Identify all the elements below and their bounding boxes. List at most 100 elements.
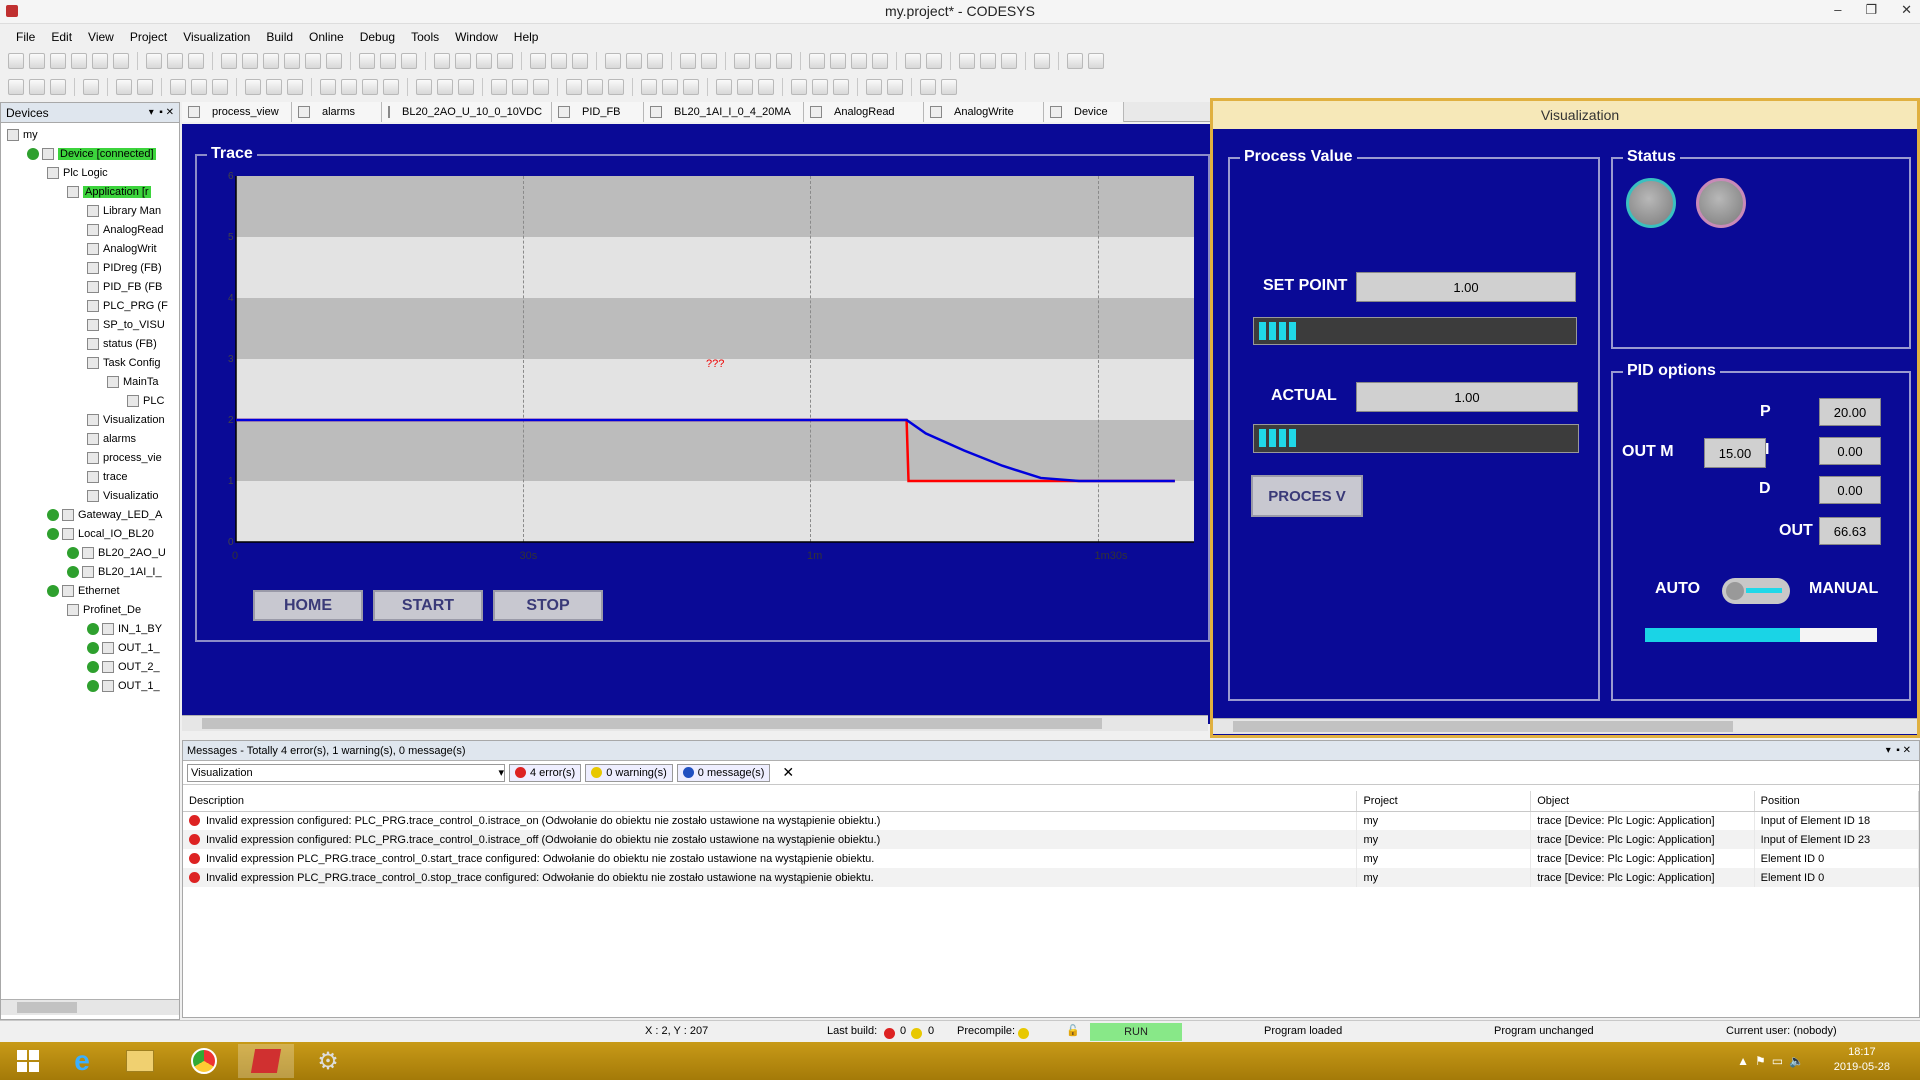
tb2-tool-icon-18[interactable] bbox=[458, 79, 474, 95]
lock-icon[interactable]: 🔓 bbox=[1066, 1024, 1080, 1037]
device-tree-node[interactable]: my bbox=[1, 125, 179, 144]
messages-filter-button[interactable]: 0 message(s) bbox=[676, 763, 771, 782]
menu-debug[interactable]: Debug bbox=[352, 30, 403, 44]
tb2-tool-icon-30[interactable] bbox=[758, 79, 774, 95]
device-tree-node[interactable]: OUT_1_ bbox=[1, 638, 179, 657]
p-field[interactable]: 20.00 bbox=[1819, 398, 1881, 426]
tb1-tool-icon-43[interactable] bbox=[1067, 53, 1083, 69]
device-tree-node[interactable]: Profinet_De bbox=[1, 600, 179, 619]
tb2-tool-icon-11[interactable] bbox=[287, 79, 303, 95]
windows-start-icon[interactable] bbox=[0, 1044, 56, 1078]
auto-manual-toggle[interactable] bbox=[1722, 578, 1790, 604]
close-button[interactable]: ✕ bbox=[1901, 2, 1912, 18]
tb1-tool-icon-11[interactable] bbox=[263, 53, 279, 69]
tb2-tool-icon-13[interactable] bbox=[341, 79, 357, 95]
tb1-tool-icon-27[interactable] bbox=[647, 53, 663, 69]
tb1-tool-icon-15[interactable] bbox=[359, 53, 375, 69]
tb1-tool-icon-40[interactable] bbox=[980, 53, 996, 69]
tb2-tool-icon-14[interactable] bbox=[362, 79, 378, 95]
device-tree-node[interactable]: IN_1_BY bbox=[1, 619, 179, 638]
clear-messages-icon[interactable]: ✕ bbox=[782, 764, 794, 781]
chrome-icon[interactable] bbox=[176, 1044, 232, 1078]
device-tree-node[interactable]: trace bbox=[1, 467, 179, 486]
tb2-tool-icon-0[interactable] bbox=[8, 79, 24, 95]
settings-tool-icon[interactable]: ⚙ bbox=[300, 1044, 356, 1078]
system-tray-icons[interactable]: ▲⚑▭🔈 bbox=[1737, 1054, 1810, 1068]
tb1-tool-icon-41[interactable] bbox=[1001, 53, 1017, 69]
menu-file[interactable]: File bbox=[8, 30, 43, 44]
tb2-tool-icon-23[interactable] bbox=[587, 79, 603, 95]
tb2-tool-icon-10[interactable] bbox=[266, 79, 282, 95]
d-field[interactable]: 0.00 bbox=[1819, 476, 1881, 504]
menu-visualization[interactable]: Visualization bbox=[175, 30, 258, 44]
tab-analogread[interactable]: AnalogRead bbox=[804, 102, 924, 122]
tb1-tool-icon-9[interactable] bbox=[221, 53, 237, 69]
tb1-tool-icon-12[interactable] bbox=[284, 53, 300, 69]
menu-build[interactable]: Build bbox=[258, 30, 301, 44]
tb1-tool-icon-0[interactable] bbox=[8, 53, 24, 69]
tb2-tool-icon-25[interactable] bbox=[641, 79, 657, 95]
device-tree-node[interactable]: SP_to_VISU bbox=[1, 315, 179, 334]
column-header-project[interactable]: Project bbox=[1356, 791, 1532, 812]
column-header-object[interactable]: Object bbox=[1530, 791, 1755, 812]
tb1-tool-icon-21[interactable] bbox=[497, 53, 513, 69]
tb1-tool-icon-22[interactable] bbox=[530, 53, 546, 69]
device-tree-node[interactable]: Plc Logic bbox=[1, 163, 179, 182]
device-tree-node[interactable]: Application [r bbox=[1, 182, 179, 201]
tb2-tool-icon-28[interactable] bbox=[716, 79, 732, 95]
tb1-tool-icon-44[interactable] bbox=[1088, 53, 1104, 69]
tb1-tool-icon-10[interactable] bbox=[242, 53, 258, 69]
tb1-tool-icon-28[interactable] bbox=[680, 53, 696, 69]
tb1-tool-icon-5[interactable] bbox=[113, 53, 129, 69]
menu-project[interactable]: Project bbox=[122, 30, 175, 44]
tb2-tool-icon-21[interactable] bbox=[533, 79, 549, 95]
tab-bl20-1ai-i-0-4-20ma[interactable]: BL20_1AI_I_0_4_20MA bbox=[644, 102, 804, 122]
tb2-tool-icon-7[interactable] bbox=[191, 79, 207, 95]
tb2-tool-icon-6[interactable] bbox=[170, 79, 186, 95]
device-tree-node[interactable]: BL20_1AI_I_ bbox=[1, 562, 179, 581]
tb1-tool-icon-1[interactable] bbox=[29, 53, 45, 69]
tb2-tool-icon-34[interactable] bbox=[866, 79, 882, 95]
tb2-tool-icon-27[interactable] bbox=[683, 79, 699, 95]
codesys-taskbar-icon[interactable] bbox=[238, 1044, 294, 1078]
tb2-tool-icon-31[interactable] bbox=[791, 79, 807, 95]
menu-tools[interactable]: Tools bbox=[403, 30, 447, 44]
panel-controls[interactable]: ▾ ▪ ✕ bbox=[149, 107, 174, 118]
errors-filter-button[interactable]: 4 error(s) bbox=[509, 763, 582, 782]
tab-pid-fb[interactable]: PID_FB bbox=[552, 102, 644, 122]
tb2-tool-icon-17[interactable] bbox=[437, 79, 453, 95]
message-row[interactable]: Invalid expression configured: PLC_PRG.t… bbox=[183, 811, 1920, 830]
tb2-tool-icon-12[interactable] bbox=[320, 79, 336, 95]
tb2-tool-icon-9[interactable] bbox=[245, 79, 261, 95]
tab-alarms[interactable]: alarms bbox=[292, 102, 382, 122]
tb1-tool-icon-32[interactable] bbox=[776, 53, 792, 69]
tb1-tool-icon-19[interactable] bbox=[455, 53, 471, 69]
tb1-tool-icon-6[interactable] bbox=[146, 53, 162, 69]
device-tree-node[interactable]: PID_FB (FB bbox=[1, 277, 179, 296]
tb1-tool-icon-39[interactable] bbox=[959, 53, 975, 69]
restore-button[interactable]: ❐ bbox=[1865, 2, 1877, 18]
column-header-position[interactable]: Position bbox=[1754, 791, 1920, 812]
tb2-tool-icon-22[interactable] bbox=[566, 79, 582, 95]
tb1-tool-icon-13[interactable] bbox=[305, 53, 321, 69]
tb1-tool-icon-20[interactable] bbox=[476, 53, 492, 69]
tb1-tool-icon-8[interactable] bbox=[188, 53, 204, 69]
device-tree-node[interactable]: Task Config bbox=[1, 353, 179, 372]
tb1-tool-icon-30[interactable] bbox=[734, 53, 750, 69]
setpoint-field[interactable]: 1.00 bbox=[1356, 272, 1576, 302]
device-tree-node[interactable]: Visualization bbox=[1, 410, 179, 429]
device-tree-node[interactable]: AnalogWrit bbox=[1, 239, 179, 258]
menu-online[interactable]: Online bbox=[301, 30, 352, 44]
tb2-tool-icon-8[interactable] bbox=[212, 79, 228, 95]
tb2-tool-icon-24[interactable] bbox=[608, 79, 624, 95]
tb2-tool-icon-29[interactable] bbox=[737, 79, 753, 95]
device-tree-node[interactable]: PLC_PRG (F bbox=[1, 296, 179, 315]
tab-analogwrite[interactable]: AnalogWrite bbox=[924, 102, 1044, 122]
device-tree-node[interactable]: Ethernet bbox=[1, 581, 179, 600]
i-field[interactable]: 0.00 bbox=[1819, 437, 1881, 465]
home-button[interactable]: HOME bbox=[253, 590, 363, 621]
tb1-tool-icon-16[interactable] bbox=[380, 53, 396, 69]
menu-view[interactable]: View bbox=[80, 30, 122, 44]
message-row[interactable]: Invalid expression configured: PLC_PRG.t… bbox=[183, 830, 1920, 849]
tb1-tool-icon-3[interactable] bbox=[71, 53, 87, 69]
